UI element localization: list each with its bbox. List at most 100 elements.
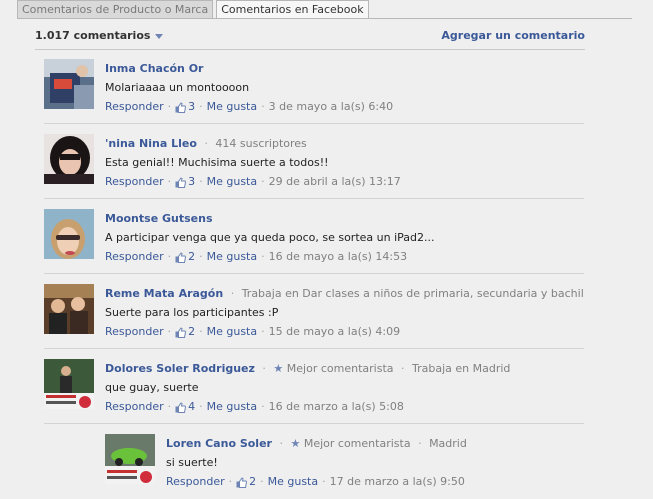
author-location: Madrid bbox=[429, 437, 467, 450]
separator: · bbox=[167, 325, 172, 338]
author-name[interactable]: Reme Mata Aragón bbox=[105, 287, 223, 300]
like-count[interactable]: 2 bbox=[188, 249, 195, 265]
like-count[interactable]: 3 bbox=[188, 174, 195, 190]
star-icon: ★ bbox=[273, 362, 284, 375]
avatar[interactable] bbox=[105, 434, 155, 484]
timestamp[interactable]: 16 de marzo a la(s) 5:08 bbox=[269, 399, 404, 415]
timestamp[interactable]: 3 de mayo a la(s) 6:40 bbox=[269, 99, 393, 115]
like-count[interactable]: 2 bbox=[249, 474, 256, 490]
tab-bar: Comentarios de Producto o Marca Comentar… bbox=[17, 0, 369, 19]
reply-link[interactable]: Responder bbox=[105, 249, 164, 265]
star-icon: ★ bbox=[290, 437, 301, 450]
timestamp[interactable]: 17 de marzo a la(s) 9:50 bbox=[330, 474, 465, 490]
like-count[interactable]: 3 bbox=[188, 99, 195, 115]
separator: · bbox=[261, 400, 265, 413]
separator: · bbox=[230, 287, 235, 300]
thumbs-up-icon bbox=[175, 401, 187, 413]
avatar[interactable] bbox=[44, 59, 94, 109]
separator: · bbox=[261, 100, 265, 113]
separator: · bbox=[167, 400, 172, 413]
comment-text: Suerte para los participantes :P bbox=[105, 306, 279, 319]
comment-divider bbox=[44, 348, 584, 349]
like-count[interactable]: 2 bbox=[188, 324, 195, 340]
tab-facebook-comments[interactable]: Comentarios en Facebook bbox=[216, 0, 369, 19]
reply-link[interactable]: Responder bbox=[105, 99, 164, 115]
comment-item: Inma Chacón Or Molariaaaa un montoooon R… bbox=[44, 50, 584, 124]
reply-link[interactable]: Responder bbox=[105, 324, 164, 340]
comment-divider bbox=[44, 273, 584, 274]
thumbs-up-icon bbox=[175, 326, 187, 338]
like-link[interactable]: Me gusta bbox=[268, 474, 319, 490]
thumbs-up-icon bbox=[175, 251, 187, 263]
author-name[interactable]: Dolores Soler Rodriguez bbox=[105, 362, 255, 375]
tab-product-comments[interactable]: Comentarios de Producto o Marca bbox=[17, 0, 214, 19]
comment-count: 1.017 comentarios bbox=[35, 29, 151, 42]
comment-divider bbox=[44, 198, 584, 199]
like-link[interactable]: Me gusta bbox=[207, 99, 258, 115]
separator: · bbox=[261, 175, 265, 188]
separator: · bbox=[262, 362, 266, 375]
author-name[interactable]: 'nina Nina Lleo bbox=[105, 137, 197, 150]
comment-text: si suerte! bbox=[166, 456, 218, 469]
comments-header: 1.017 comentarios Agregar un comentario bbox=[35, 28, 585, 44]
separator: · bbox=[199, 400, 203, 413]
like-link[interactable]: Me gusta bbox=[207, 324, 258, 340]
separator: · bbox=[199, 325, 203, 338]
author-name[interactable]: Moontse Gutsens bbox=[105, 212, 213, 225]
add-comment-link[interactable]: Agregar un comentario bbox=[441, 28, 585, 44]
tab-underline bbox=[17, 18, 632, 19]
like-link[interactable]: Me gusta bbox=[207, 249, 258, 265]
separator: · bbox=[401, 362, 405, 375]
comment-item: Dolores Soler Rodriguez · ★ Mejor coment… bbox=[44, 350, 584, 424]
reply-link[interactable]: Responder bbox=[166, 474, 225, 490]
separator: · bbox=[260, 475, 264, 488]
thumbs-up-icon bbox=[175, 101, 187, 113]
avatar[interactable] bbox=[44, 284, 94, 334]
author-name[interactable]: Inma Chacón Or bbox=[105, 62, 203, 75]
caret-down-icon bbox=[155, 33, 164, 39]
reply-item: Loren Cano Soler · ★ Mejor comentarista … bbox=[105, 425, 584, 499]
comment-text: que guay, suerte bbox=[105, 381, 199, 394]
separator: · bbox=[199, 100, 203, 113]
separator: · bbox=[261, 325, 265, 338]
avatar[interactable] bbox=[44, 359, 94, 409]
top-commenter-badge: Mejor comentarista bbox=[303, 437, 411, 450]
author-name[interactable]: Loren Cano Soler bbox=[166, 437, 272, 450]
separator: · bbox=[167, 100, 172, 113]
comment-text: Esta genial!! Muchisima suerte a todos!! bbox=[105, 156, 329, 169]
avatar[interactable] bbox=[44, 209, 94, 259]
separator: · bbox=[228, 475, 233, 488]
avatar[interactable] bbox=[44, 134, 94, 184]
separator: · bbox=[199, 175, 203, 188]
reply-link[interactable]: Responder bbox=[105, 399, 164, 415]
separator: · bbox=[167, 175, 172, 188]
reply-link[interactable]: Responder bbox=[105, 174, 164, 190]
separator: · bbox=[261, 250, 265, 263]
comment-item: 'nina Nina Lleo · 414 suscriptores Esta … bbox=[44, 125, 584, 199]
comment-text: A participar venga que ya queda poco, se… bbox=[105, 231, 435, 244]
author-work: Trabaja en Dar clases a niños de primari… bbox=[241, 287, 584, 300]
separator: · bbox=[199, 250, 203, 263]
like-link[interactable]: Me gusta bbox=[207, 174, 258, 190]
comment-item: Moontse Gutsens A participar venga que y… bbox=[44, 200, 584, 274]
timestamp[interactable]: 16 de mayo a la(s) 14:53 bbox=[269, 249, 407, 265]
separator: · bbox=[322, 475, 326, 488]
comment-item: Reme Mata Aragón · Trabaja en Dar clases… bbox=[44, 275, 584, 349]
timestamp[interactable]: 29 de abril a la(s) 13:17 bbox=[269, 174, 401, 190]
comment-divider bbox=[44, 123, 584, 124]
thumbs-up-icon bbox=[236, 476, 248, 488]
comment-text: Molariaaaa un montoooon bbox=[105, 81, 250, 94]
subscriber-count: 414 suscriptores bbox=[215, 137, 307, 150]
author-work: Trabaja en Madrid bbox=[412, 362, 511, 375]
like-link[interactable]: Me gusta bbox=[207, 399, 258, 415]
comment-count-dropdown[interactable]: 1.017 comentarios bbox=[35, 28, 164, 44]
timestamp[interactable]: 15 de mayo a la(s) 4:09 bbox=[269, 324, 400, 340]
separator: · bbox=[418, 437, 422, 450]
top-commenter-badge: Mejor comentarista bbox=[286, 362, 394, 375]
thumbs-up-icon bbox=[175, 176, 187, 188]
like-count[interactable]: 4 bbox=[188, 399, 195, 415]
comment-divider bbox=[44, 423, 584, 424]
separator: · bbox=[167, 250, 172, 263]
separator: · bbox=[204, 137, 208, 150]
separator: · bbox=[279, 437, 283, 450]
